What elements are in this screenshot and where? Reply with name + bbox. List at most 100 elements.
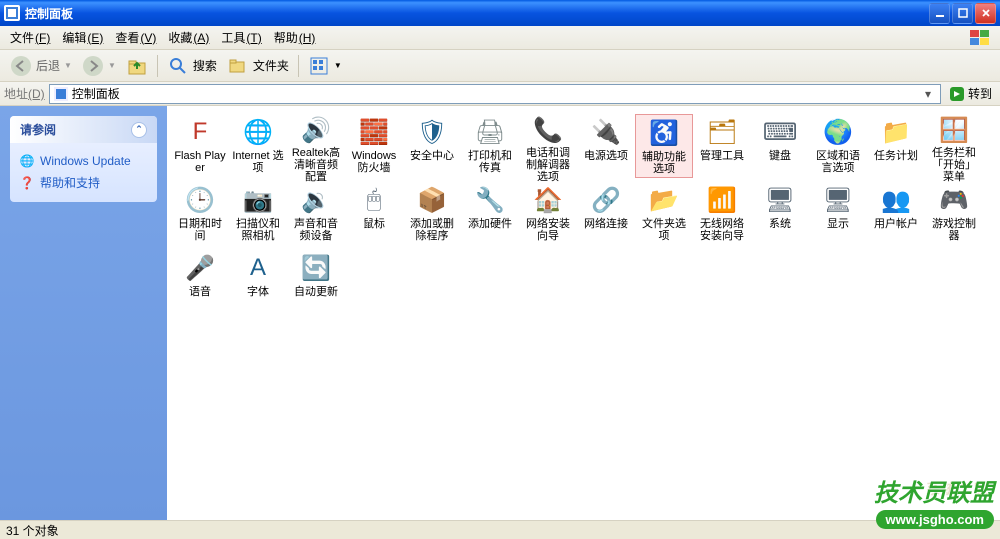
search-icon — [167, 55, 189, 77]
cp-item-folder-options[interactable]: 📂文件夹选项 — [635, 182, 693, 246]
network-connections-icon: 🔗 — [590, 184, 622, 216]
cp-item-wireless-network-setup[interactable]: 📶无线网络安装向导 — [693, 182, 751, 246]
folder-up-icon — [126, 55, 148, 77]
close-button[interactable] — [975, 3, 996, 24]
chevron-down-icon: ▼ — [108, 61, 116, 70]
phone-modem-icon: 📞 — [532, 116, 564, 145]
menu-edit[interactable]: 编辑(E) — [56, 27, 109, 48]
windows-logo-icon — [962, 28, 998, 48]
toolbar: 后退 ▼ ▼ 搜索 文件夹 ▼ — [0, 50, 1000, 82]
cp-item-label: 文件夹选项 — [637, 218, 691, 242]
cp-item-label: Internet 选项 — [231, 150, 285, 174]
go-label: 转到 — [968, 85, 992, 102]
wireless-network-setup-icon: 📶 — [706, 184, 738, 216]
admin-tools-icon: 🗂 — [706, 116, 738, 148]
cp-item-region-language[interactable]: 🌍区域和语言选项 — [809, 114, 867, 178]
cp-item-taskbar-start[interactable]: 🪟任务栏和「开始」菜单 — [925, 114, 983, 178]
cp-item-windows-firewall[interactable]: 🧱Windows 防火墙 — [345, 114, 403, 178]
go-icon — [949, 86, 965, 102]
cp-item-sounds-audio[interactable]: 🔉声音和音频设备 — [287, 182, 345, 246]
minimize-button[interactable] — [929, 3, 950, 24]
cp-item-label: 任务计划 — [874, 150, 918, 162]
chevron-down-icon: ▼ — [64, 61, 72, 70]
maximize-button[interactable] — [952, 3, 973, 24]
cp-item-label: 辅助功能选项 — [638, 151, 690, 175]
cp-item-game-controllers[interactable]: 🎮游戏控制器 — [925, 182, 983, 246]
network-setup-wizard-icon: 🏠 — [532, 184, 564, 216]
cp-item-speech[interactable]: 🎤语音 — [171, 250, 229, 314]
cp-item-label: 网络连接 — [584, 218, 628, 230]
sounds-audio-icon: 🔉 — [300, 184, 332, 216]
forward-button[interactable]: ▼ — [78, 53, 120, 79]
printers-fax-icon: 🖨 — [474, 116, 506, 148]
search-button[interactable]: 搜索 — [163, 53, 221, 79]
menu-favorites[interactable]: 收藏(A) — [162, 27, 215, 48]
cp-item-mouse[interactable]: 🖱 鼠标 — [345, 182, 403, 246]
cp-item-fonts[interactable]: A字体 — [229, 250, 287, 314]
cp-item-phone-modem[interactable]: 📞电话和调制解调器选项 — [519, 114, 577, 178]
see-also-header[interactable]: 请参阅 ⌃ — [10, 116, 157, 143]
go-button[interactable]: 转到 — [945, 85, 996, 102]
statusbar: 31 个对象 — [0, 520, 1000, 539]
back-button[interactable]: 后退 ▼ — [6, 53, 76, 79]
folders-button[interactable]: 文件夹 — [223, 53, 293, 79]
chevron-down-icon: ▼ — [334, 61, 342, 70]
back-icon — [10, 55, 32, 77]
cp-item-admin-tools[interactable]: 🗂管理工具 — [693, 114, 751, 178]
cp-item-scheduled-tasks[interactable]: 📁任务计划 — [867, 114, 925, 178]
sidebar-link-label: 帮助和支持 — [40, 174, 100, 191]
address-label: 地址(D) — [4, 85, 45, 102]
see-also-title: 请参阅 — [20, 121, 56, 138]
scanners-cameras-icon: 📷 — [242, 184, 274, 216]
up-button[interactable] — [122, 53, 152, 79]
menu-tools[interactable]: 工具(T) — [215, 27, 267, 48]
forward-icon — [82, 55, 104, 77]
cp-item-label: 声音和音频设备 — [289, 218, 343, 242]
sidebar-link-help-support[interactable]: ❓ 帮助和支持 — [20, 171, 147, 194]
cp-item-accessibility[interactable]: ♿辅助功能选项 — [635, 114, 693, 178]
cp-item-scanners-cameras[interactable]: 📷扫描仪和照相机 — [229, 182, 287, 246]
cp-item-add-remove-programs[interactable]: 📦添加或删除程序 — [403, 182, 461, 246]
cp-item-label: Windows 防火墙 — [347, 150, 401, 174]
cp-item-user-accounts[interactable]: 👥用户帐户 — [867, 182, 925, 246]
internet-options-icon: 🌐 — [242, 116, 274, 148]
add-remove-programs-icon: 📦 — [416, 184, 448, 216]
menubar: 文件(F) 编辑(E) 查看(V) 收藏(A) 工具(T) 帮助(H) — [0, 26, 1000, 50]
search-label: 搜索 — [193, 57, 217, 74]
cp-item-display[interactable]: 🖥显示 — [809, 182, 867, 246]
realtek-audio-icon: 🔊 — [300, 116, 332, 145]
cp-item-flash-player[interactable]: FFlash Player — [171, 114, 229, 178]
cp-item-label: 无线网络安装向导 — [695, 218, 749, 242]
views-button[interactable]: ▼ — [304, 53, 346, 79]
icon-grid: FFlash Player🌐Internet 选项🔊Realtek高清晰音频配置… — [171, 114, 996, 318]
cp-item-date-time[interactable]: 🕒日期和时间 — [171, 182, 229, 246]
mouse-icon: 🖱 — [358, 184, 390, 216]
cp-item-label: 鼠标 — [363, 218, 385, 230]
menu-file[interactable]: 文件(F) — [4, 27, 56, 48]
cp-item-network-setup-wizard[interactable]: 🏠网络安装向导 — [519, 182, 577, 246]
cp-item-printers-fax[interactable]: 🖨打印机和传真 — [461, 114, 519, 178]
accessibility-icon: ♿ — [648, 117, 680, 149]
address-dropdown-icon[interactable]: ▾ — [920, 87, 936, 101]
cp-item-network-connections[interactable]: 🔗 网络连接 — [577, 182, 635, 246]
cp-item-keyboard[interactable]: ⌨键盘 — [751, 114, 809, 178]
cp-item-label: 添加或删除程序 — [405, 218, 459, 242]
cp-item-system[interactable]: 🖥系统 — [751, 182, 809, 246]
menu-view[interactable]: 查看(V) — [109, 27, 162, 48]
cp-item-internet-options[interactable]: 🌐Internet 选项 — [229, 114, 287, 178]
taskbar-start-icon: 🪟 — [938, 116, 970, 145]
sidebar-link-label: Windows Update — [40, 154, 131, 168]
cp-item-power-options[interactable]: 🔌电源选项 — [577, 114, 635, 178]
cp-item-automatic-updates[interactable]: 🔄自动更新 — [287, 250, 345, 314]
menu-help[interactable]: 帮助(H) — [268, 27, 322, 48]
cp-item-realtek-audio[interactable]: 🔊Realtek高清晰音频配置 — [287, 114, 345, 178]
cp-item-label: 添加硬件 — [468, 218, 512, 230]
sidebar-link-windows-update[interactable]: 🌐 Windows Update — [20, 151, 147, 171]
cp-item-label: 扫描仪和照相机 — [231, 218, 285, 242]
cp-item-security-center[interactable]: 🛡安全中心 — [403, 114, 461, 178]
region-language-icon: 🌍 — [822, 116, 854, 148]
display-icon: 🖥 — [822, 184, 854, 216]
cp-item-add-hardware[interactable]: 🔧添加硬件 — [461, 182, 519, 246]
address-input[interactable]: 控制面板 ▾ — [49, 84, 941, 104]
views-icon — [308, 55, 330, 77]
